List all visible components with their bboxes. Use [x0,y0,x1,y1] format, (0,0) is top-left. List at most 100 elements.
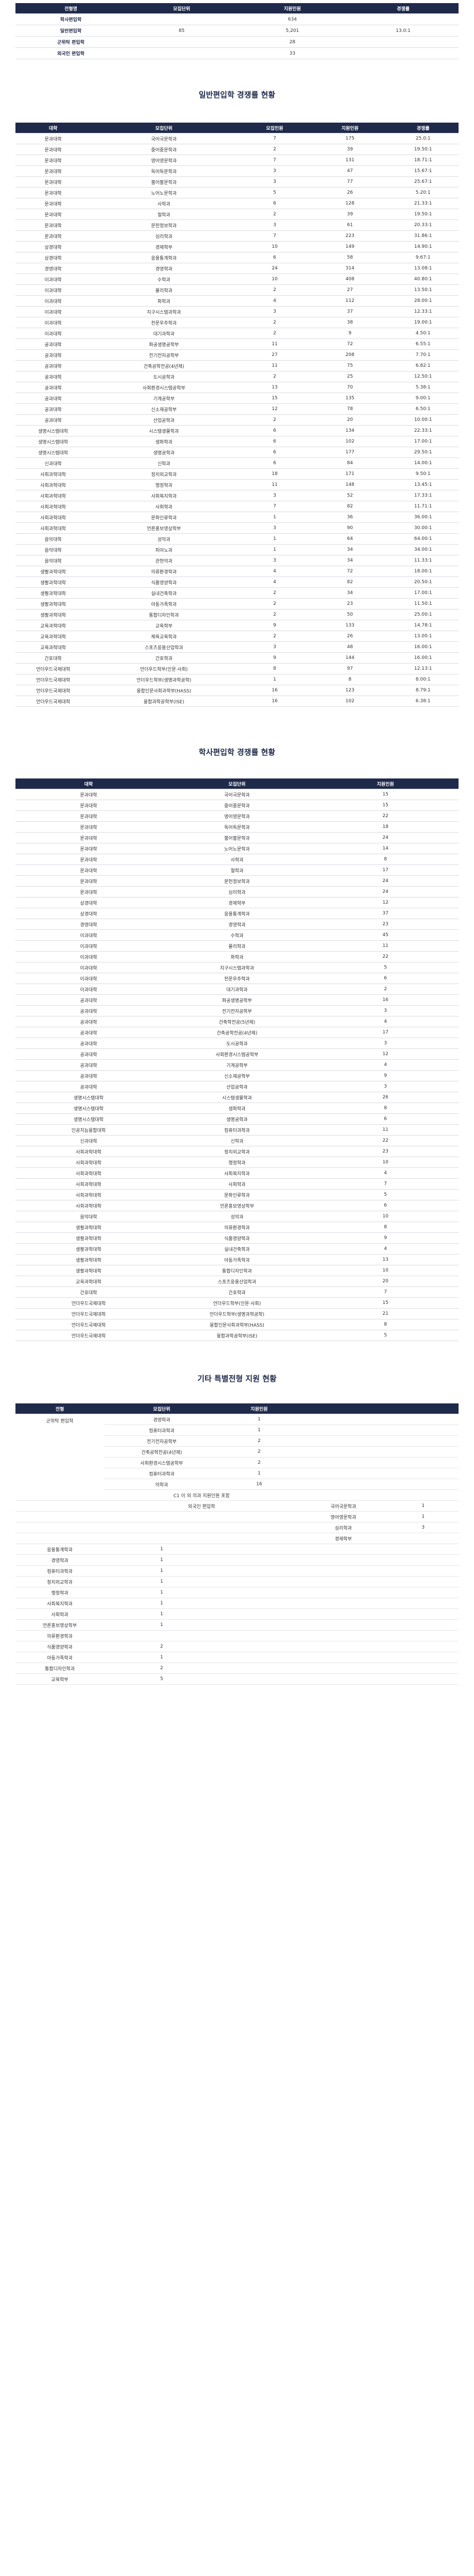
bachelor-cell: 5 [312,1189,459,1200]
general-cell: 경영대학 [15,263,91,274]
military-unit-cell: 전기전자공학부 [104,1435,219,1447]
general-cell: 2 [236,631,313,642]
foreign-unit-cell: 식품영양학과 [15,1641,104,1652]
bachelor-cell: 문과대학 [15,800,162,811]
empty-cell [15,1511,104,1522]
bachelor-cell: 실내건축학과 [161,1243,313,1255]
general-cell: 3 [236,219,313,231]
general-cell: 6.55:1 [387,338,459,350]
empty-cell [104,1533,299,1544]
general-cell: 6.50:1 [387,403,459,415]
summary-header-row: 전형명 모집단위 지원인원 경쟁률 [15,3,459,14]
general-cell: 교육과학대학 [15,631,91,642]
general-cell: 61 [312,219,388,231]
summary-table: 전형명 모집단위 지원인원 경쟁률 학사편입학 634 일반편입학 85 5,201 13… [15,3,459,59]
general-cell: 스포츠응용산업학과 [91,641,237,653]
foreign-row: 언론홍보영상학부 1 [15,1619,459,1631]
general-row: 생활과학대학 식품영양학과 4 82 20.50:1 [15,577,459,588]
empty-cell [387,1608,459,1620]
general-cell: 2 [236,587,313,599]
bachelor-row: 사회과학대학 언론홍보영상학부 6 [15,1200,459,1211]
summary-cell-rate [348,13,459,25]
general-cell: 25.67:1 [387,176,459,188]
bachelor-row: 이과대학 수학과 45 [15,929,459,941]
general-cell: 25 [312,371,388,382]
foreign-row: 응용통계학과 1 [15,1544,459,1555]
general-cell: 불어불문학과 [91,176,237,188]
general-row: 사회과학대학 문화인류학과 1 36 36.00:1 [15,512,459,523]
bachelor-cell: 사회과학대학 [15,1146,162,1157]
general-cell: 이과대학 [15,317,91,328]
bachelor-cell: 8 [312,1222,459,1233]
general-cell: 체육교육학과 [91,631,237,642]
general-cell: 11.33:1 [387,555,459,566]
general-cell: 75 [312,360,388,371]
general-cell: 148 [312,479,388,490]
bachelor-cell: 5 [312,962,459,973]
bachelor-row: 신과대학 신학과 22 [15,1135,459,1146]
bachelor-cell: 신소재공학부 [161,1070,313,1081]
bachelor-row: 생명시스템대학 시스템생물학과 26 [15,1092,459,1103]
foreign-count-cell: 1 [104,1544,219,1555]
general-row: 음악대학 성악과 1 64 64.00:1 [15,533,459,545]
bachelor-cell: 5 [312,1330,459,1341]
foreign-row: 의류환경학과 [15,1630,459,1641]
bachelor-cell: 경영학과 [161,919,313,930]
foreign-unit-cell: 경제학부 [299,1533,388,1544]
general-cell: 생명시스템대학 [15,425,91,436]
general-cell: 3 [236,490,313,501]
general-cell: 25.00:1 [387,609,459,620]
foreign-unit-cell: 통합디자인학과 [15,1663,104,1674]
bachelor-row: 이과대학 지구시스템과학과 5 [15,962,459,973]
general-cell: 7 [236,155,313,166]
general-cell: 신학과 [91,457,237,469]
general-cell: 24 [236,263,313,274]
general-cell: 공과대학 [15,349,91,361]
other-header-row: 전형 모집단위 지원인원 [15,1403,459,1414]
bachelor-cell: 이과대학 [15,940,162,952]
foreign-unit-cell: 영어영문학과 [299,1511,388,1522]
general-cell: 39 [312,209,388,220]
general-cell: 5.38:1 [387,382,459,393]
bachelor-cell: 10 [312,1157,459,1168]
general-cell: 16.00:1 [387,652,459,664]
general-cell: 11 [236,360,313,371]
other-header-cell: 지원인원 [219,1403,299,1414]
general-row: 문과대학 영어영문학과 7 131 18.71:1 [15,155,459,166]
general-cell: 3 [236,641,313,653]
general-cell: 문헌정보학과 [91,219,237,231]
general-cell: 공과대학 [15,338,91,350]
page: 전형명 모집단위 지원인원 경쟁률 학사편입학 634 일반편입학 85 5,201 13… [15,0,459,1695]
bachelor-cell: 경제학부 [161,897,313,908]
general-row: 음악대학 피아노과 1 34 34.00:1 [15,544,459,555]
summary-cell-applicants: 634 [237,13,348,25]
summary-cell-applicants: 33 [237,47,348,59]
summary-header-cell: 전형명 [15,3,126,14]
general-cell: 성악과 [91,533,237,545]
general-cell: 사회과학대학 [15,522,91,534]
summary-cell-name: 외국인 편입학 [15,47,126,59]
bachelor-cell: 15 [312,1297,459,1309]
general-cell: 31.86:1 [387,230,459,242]
general-cell: 생활과학대학 [15,587,91,599]
general-row: 상경대학 경제학부 10 149 14.90:1 [15,241,459,252]
empty-cell [387,1587,459,1598]
general-cell: 지구시스템과학과 [91,306,237,317]
empty-cell [387,1544,459,1555]
general-cell: 314 [312,263,388,274]
bachelor-cell: 사학과 [161,854,313,865]
general-cell: 13.00:1 [387,631,459,642]
bachelor-cell: 노어노문학과 [161,843,313,854]
foreign-unit-cell: 컴퓨터과학과 [15,1565,104,1577]
bachelor-cell: 13 [312,1254,459,1265]
general-cell: 34 [312,544,388,555]
foreign-unit-cell: 사회복지학과 [15,1598,104,1609]
foreign-count-cell: 1 [387,1500,459,1512]
bachelor-row: 공과대학 도시공학과 3 [15,1038,459,1049]
military-unit-cell: 컴퓨터과학과 [104,1425,219,1436]
military-unit-cell: 사회환경시스템공학부 [104,1457,219,1468]
bachelor-cell: 4 [312,1016,459,1027]
general-cell: 대기과학과 [91,328,237,339]
general-row: 생명시스템대학 생화학과 6 102 17.00:1 [15,436,459,447]
other-header-cell: 전형 [15,1403,104,1414]
